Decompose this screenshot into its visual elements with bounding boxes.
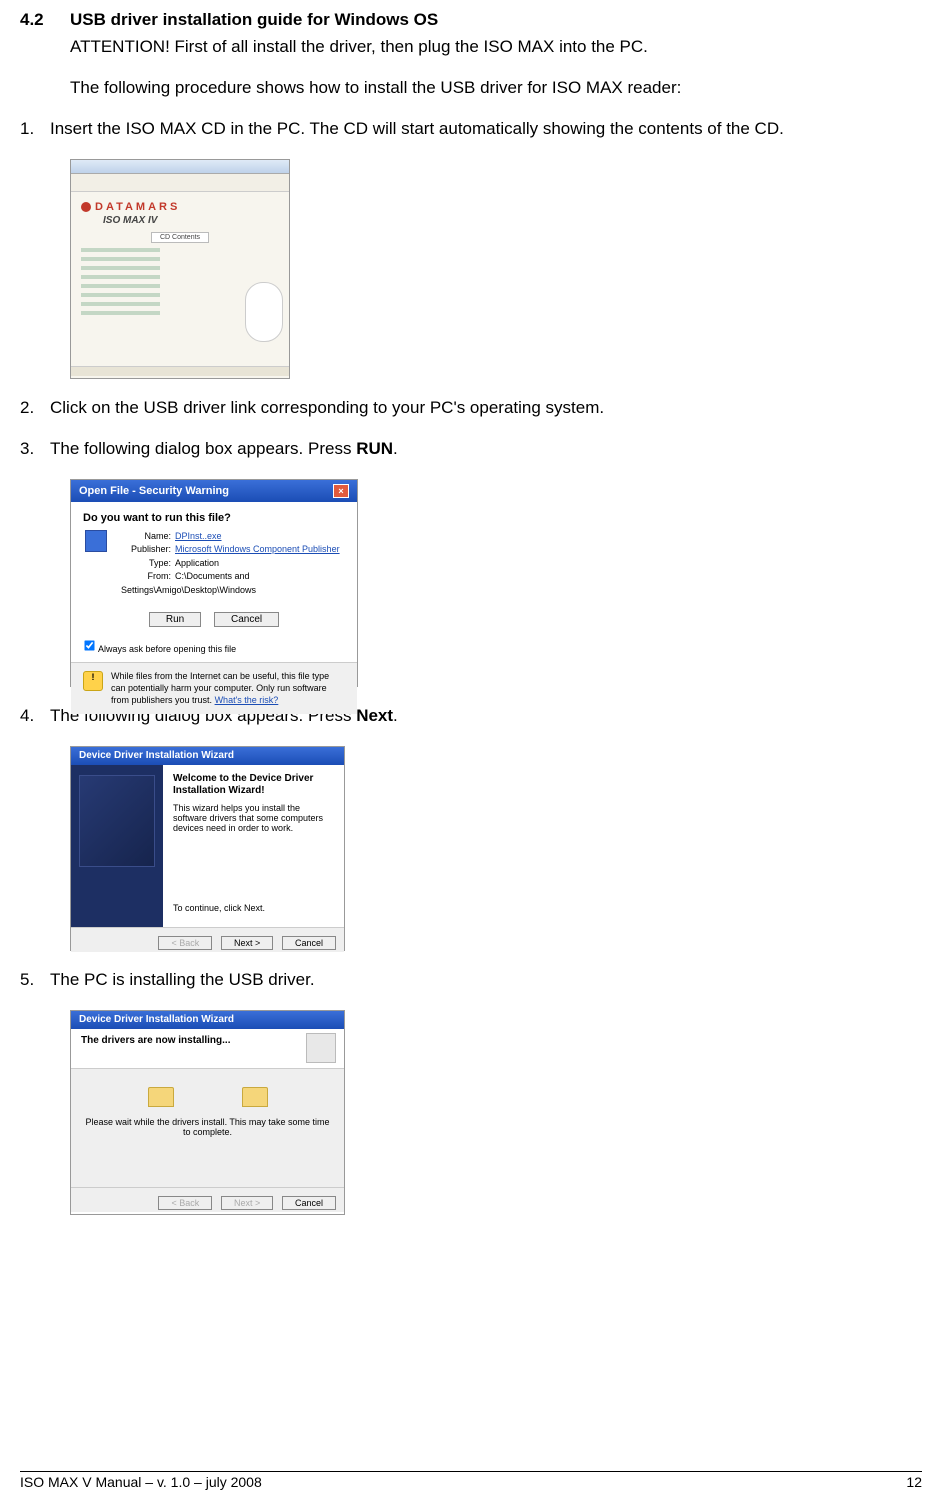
wizard-continue-hint: To continue, click Next. bbox=[173, 903, 334, 913]
section-title: USB driver installation guide for Window… bbox=[70, 10, 438, 30]
brand-subtitle: ISO MAX IV bbox=[103, 215, 279, 226]
folder-icon bbox=[148, 1087, 174, 1107]
dialog-title: Open File - Security Warning bbox=[79, 485, 229, 497]
step-text: The following dialog box appears. Press … bbox=[50, 438, 922, 461]
footer-left: ISO MAX V Manual – v. 1.0 – july 2008 bbox=[20, 1474, 262, 1490]
back-button: < Back bbox=[158, 936, 212, 950]
always-ask-checkbox[interactable] bbox=[84, 640, 94, 650]
page-footer: ISO MAX V Manual – v. 1.0 – july 2008 12 bbox=[20, 1471, 922, 1490]
cancel-button[interactable]: Cancel bbox=[282, 936, 336, 950]
installing-heading: The drivers are now installing... bbox=[81, 1035, 230, 1046]
folder-icon bbox=[242, 1087, 268, 1107]
device-illustration bbox=[245, 282, 283, 342]
cancel-button[interactable]: Cancel bbox=[282, 1196, 336, 1210]
figure-2-security-warning: Open File - Security Warning × Do you wan… bbox=[70, 479, 922, 687]
whats-the-risk-link[interactable]: What's the risk? bbox=[215, 695, 279, 705]
step-number: 2. bbox=[20, 397, 50, 420]
next-button[interactable]: Next > bbox=[221, 936, 273, 950]
intro-procedure: The following procedure shows how to ins… bbox=[70, 77, 922, 100]
wizard-heading: Welcome to the Device Driver Installatio… bbox=[173, 773, 334, 797]
step-2: 2. Click on the USB driver link correspo… bbox=[20, 397, 922, 420]
next-button: Next > bbox=[221, 1196, 273, 1210]
step-1: 1. Insert the ISO MAX CD in the PC. The … bbox=[20, 118, 922, 141]
step-number: 3. bbox=[20, 438, 50, 461]
publisher-label: Publisher: bbox=[121, 543, 171, 557]
dialog-title: Device Driver Installation Wizard bbox=[71, 747, 344, 765]
name-value: DPInst..exe bbox=[175, 531, 222, 541]
cd-contents-button[interactable]: CD Contents bbox=[151, 232, 209, 243]
step-3: 3. The following dialog box appears. Pre… bbox=[20, 438, 922, 461]
dialog-title: Device Driver Installation Wizard bbox=[71, 1011, 344, 1029]
back-button: < Back bbox=[158, 1196, 212, 1210]
please-wait-text: Please wait while the drivers install. T… bbox=[85, 1117, 330, 1137]
step-number: 4. bbox=[20, 705, 50, 728]
step-number: 5. bbox=[20, 969, 50, 992]
type-value: Application bbox=[175, 558, 219, 568]
wizard-description: This wizard helps you install the softwa… bbox=[173, 803, 334, 833]
from-label: From: bbox=[121, 570, 171, 584]
brand-text: ATAMARS bbox=[106, 201, 180, 213]
section-number: 4.2 bbox=[20, 10, 70, 30]
close-icon[interactable]: × bbox=[333, 484, 349, 498]
dialog-question: Do you want to run this file? bbox=[71, 502, 357, 530]
always-ask-label: Always ask before opening this file bbox=[98, 644, 236, 654]
figure-3-wizard-welcome: Device Driver Installation Wizard Welcom… bbox=[70, 746, 922, 951]
step-number: 1. bbox=[20, 118, 50, 141]
figure-1-cd-browser: DATAMARS ISO MAX IV CD Contents bbox=[70, 159, 922, 379]
step-5: 5. The PC is installing the USB driver. bbox=[20, 969, 922, 992]
section-heading: 4.2 USB driver installation guide for Wi… bbox=[20, 10, 922, 30]
cancel-button[interactable]: Cancel bbox=[214, 612, 279, 627]
wizard-side-graphic bbox=[71, 765, 163, 927]
publisher-value: Microsoft Windows Component Publisher bbox=[175, 544, 340, 554]
type-label: Type: bbox=[121, 557, 171, 571]
intro-attention: ATTENTION! First of all install the driv… bbox=[70, 36, 922, 59]
footer-page-number: 12 bbox=[906, 1474, 922, 1490]
step-text: The PC is installing the USB driver. bbox=[50, 969, 922, 992]
figure-4-wizard-installing: Device Driver Installation Wizard The dr… bbox=[70, 1010, 922, 1215]
name-label: Name: bbox=[121, 530, 171, 544]
warning-icon: ! bbox=[83, 671, 103, 691]
run-button[interactable]: Run bbox=[149, 612, 201, 627]
step-text: Click on the USB driver link correspondi… bbox=[50, 397, 922, 420]
step-text: Insert the ISO MAX CD in the PC. The CD … bbox=[50, 118, 922, 141]
application-icon bbox=[85, 530, 107, 552]
header-icon bbox=[306, 1033, 336, 1063]
